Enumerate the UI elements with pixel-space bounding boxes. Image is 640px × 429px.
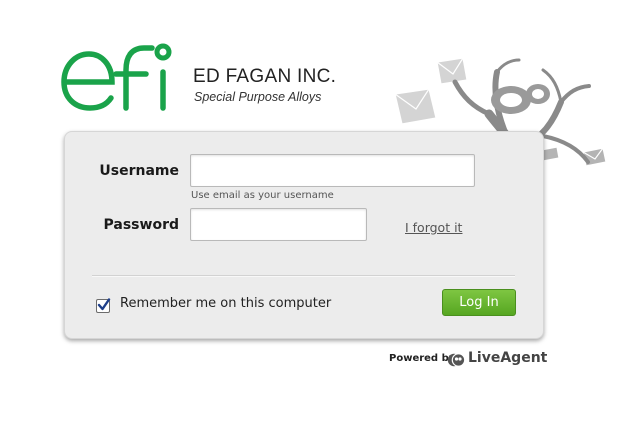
company-name: ED FAGAN INC. [193, 66, 337, 87]
remember-me-checkbox[interactable] [96, 298, 111, 313]
powered-by-label: Powered by [389, 353, 456, 364]
password-label: Password [103, 217, 179, 233]
checkmark-icon [97, 298, 111, 311]
divider [92, 275, 515, 277]
password-input[interactable] [190, 208, 367, 241]
login-button[interactable]: Log In [442, 289, 516, 316]
username-input[interactable] [190, 154, 475, 187]
liveagent-logo-icon [447, 353, 465, 367]
username-label: Username [99, 163, 179, 179]
login-panel: Username Use email as your username Pass… [64, 131, 544, 339]
remember-me-label: Remember me on this computer [120, 296, 332, 311]
forgot-password-link[interactable]: I forgot it [405, 220, 462, 235]
username-hint: Use email as your username [191, 190, 334, 201]
liveagent-brand[interactable]: LiveAgent [468, 350, 547, 366]
company-tagline: Special Purpose Alloys [194, 90, 322, 104]
efi-logo-icon [61, 43, 172, 111]
